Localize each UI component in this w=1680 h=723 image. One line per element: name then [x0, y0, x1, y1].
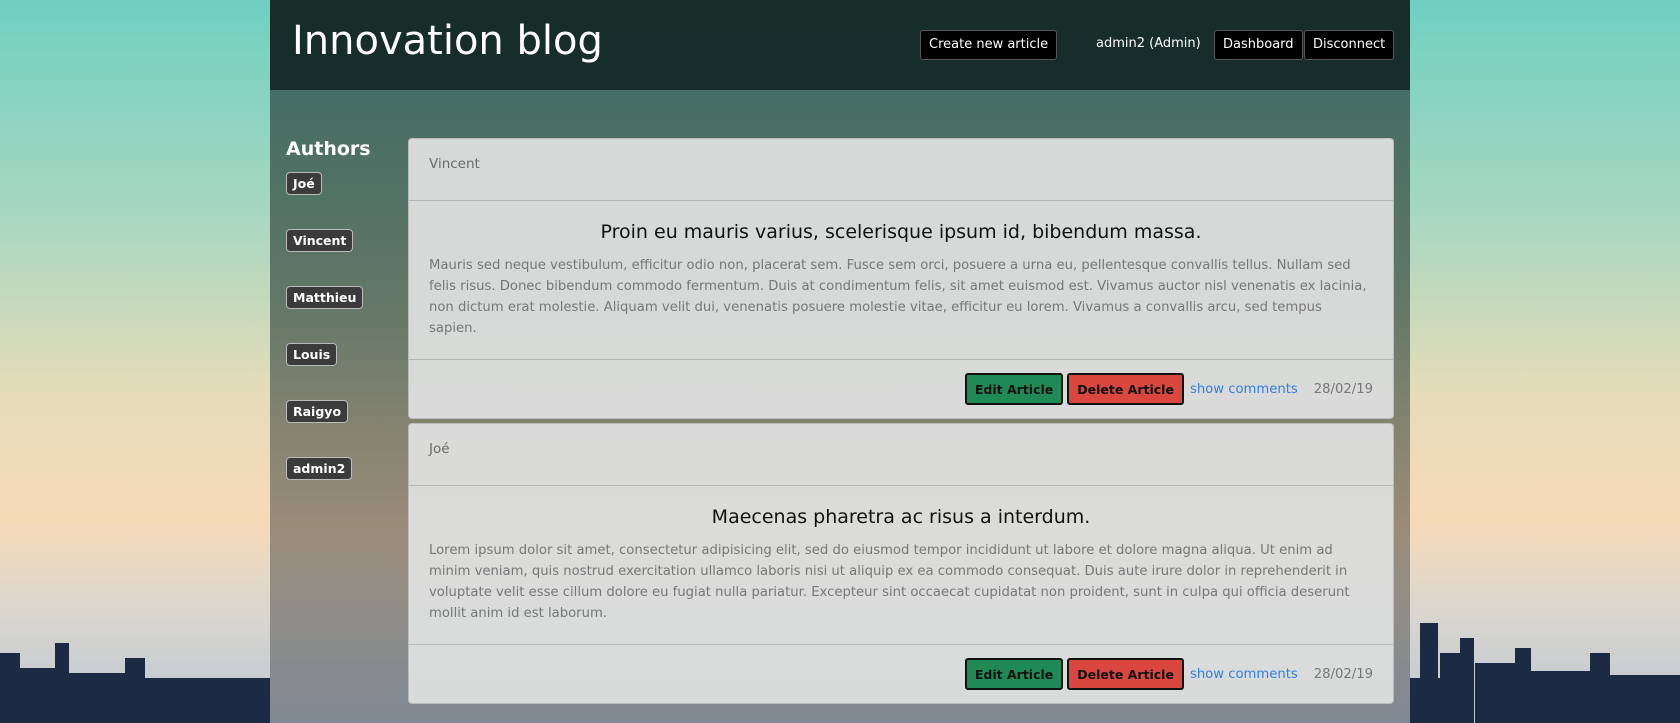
delete-article-button[interactable]: Delete Article: [1067, 658, 1184, 690]
disconnect-button[interactable]: Disconnect: [1304, 30, 1395, 60]
top-navbar: Innovation blog Create new article admin…: [270, 0, 1410, 90]
page-container: Innovation blog Create new article admin…: [270, 0, 1410, 723]
article-text: Lorem ipsum dolor sit amet, consectetur …: [429, 543, 1350, 621]
article-card: Joé Maecenas pharetra ac risus a interdu…: [408, 423, 1394, 704]
create-article-button[interactable]: Create new article: [920, 30, 1058, 60]
author-badge[interactable]: Joé: [286, 172, 322, 195]
delete-article-button[interactable]: Delete Article: [1067, 373, 1184, 405]
edit-article-button[interactable]: Edit Article: [964, 658, 1064, 690]
article-title: Proin eu mauris varius, scelerisque ipsu…: [600, 221, 1202, 243]
article-title: Maecenas pharetra ac risus a interdum.: [711, 506, 1091, 528]
article-body: Maecenas pharetra ac risus a interdum. L…: [409, 486, 1393, 645]
site-brand[interactable]: Innovation blog: [292, 18, 603, 64]
authors-heading: Authors: [286, 138, 371, 160]
show-comments-link[interactable]: show comments: [1190, 667, 1298, 682]
author-badge[interactable]: Matthieu: [286, 286, 364, 309]
author-badge[interactable]: Raigyo: [286, 400, 349, 423]
article-text: Mauris sed neque vestibulum, efficitur o…: [429, 258, 1367, 336]
authors-sidebar: Authors Joé Vincent Matthieu Louis Raigy…: [286, 138, 386, 514]
current-user-label: admin2 (Admin): [1096, 36, 1201, 51]
article-card: Vincent Proin eu mauris varius, sceleris…: [408, 138, 1394, 419]
show-comments-link[interactable]: show comments: [1190, 382, 1298, 397]
author-badge[interactable]: admin2: [286, 457, 353, 480]
author-badge[interactable]: Vincent: [286, 229, 354, 252]
article-body: Proin eu mauris varius, scelerisque ipsu…: [409, 201, 1393, 360]
article-author: Vincent: [409, 139, 1393, 201]
article-footer: Edit Article Delete Article show comment…: [409, 360, 1393, 418]
dashboard-button[interactable]: Dashboard: [1214, 30, 1303, 60]
article-footer: Edit Article Delete Article show comment…: [409, 645, 1393, 703]
author-badge[interactable]: Louis: [286, 343, 338, 366]
article-author: Joé: [409, 424, 1393, 486]
article-date: 28/02/19: [1313, 381, 1373, 397]
edit-article-button[interactable]: Edit Article: [964, 373, 1064, 405]
article-date: 28/02/19: [1313, 666, 1373, 682]
